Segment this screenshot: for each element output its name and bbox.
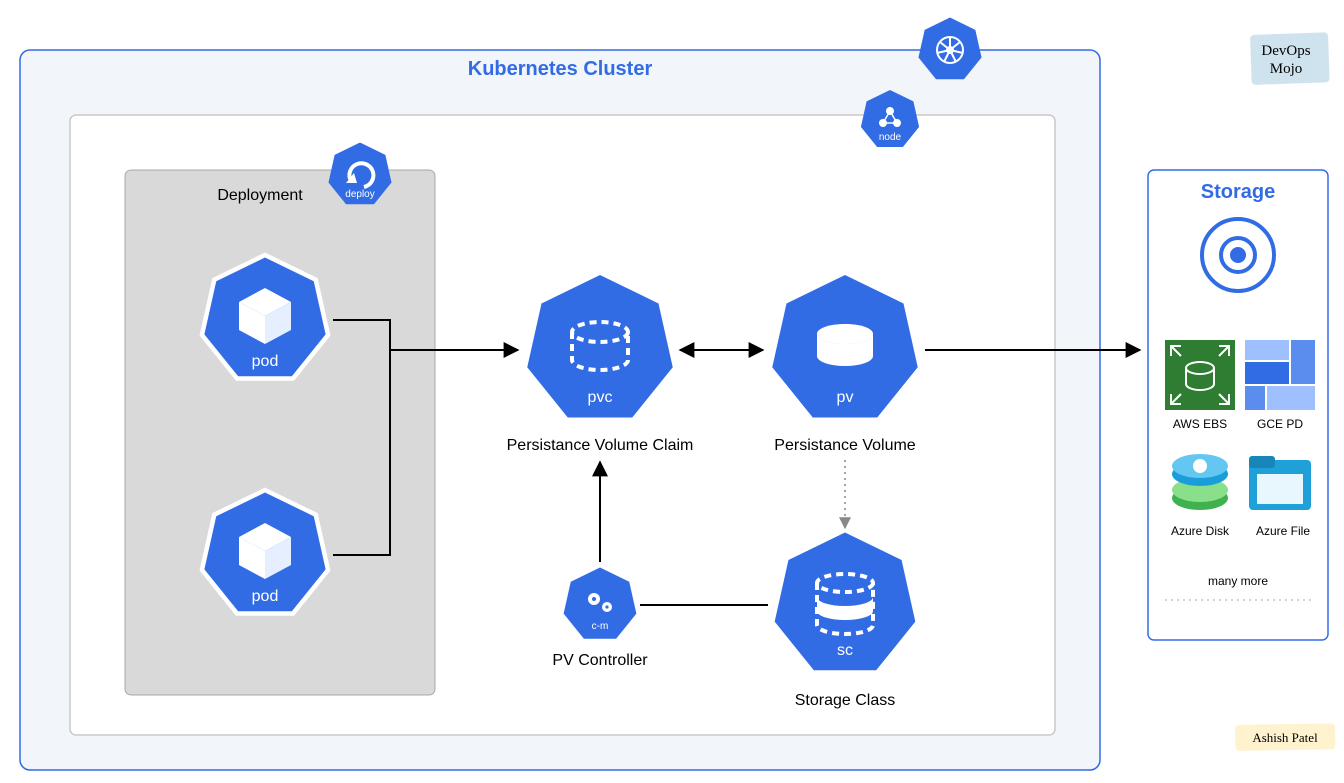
brand-line1: DevOps — [1261, 43, 1310, 59]
deployment-title: Deployment — [217, 187, 303, 204]
gce-pd-label: GCE PD — [1257, 417, 1303, 431]
cm-label: c-m — [592, 621, 609, 632]
aws-ebs-label: AWS EBS — [1173, 417, 1227, 431]
pod-2-label: pod — [252, 588, 279, 605]
pv-caption: Persistance Volume — [774, 437, 916, 454]
devops-mojo-badge: DevOps Mojo — [1250, 32, 1330, 85]
storage-title: Storage — [1201, 181, 1275, 203]
pod-1-label: pod — [252, 353, 279, 370]
node-label: node — [879, 132, 902, 143]
author-badge: Ashish Patel — [1235, 723, 1335, 751]
sc-label: sc — [837, 642, 853, 659]
pv-label: pv — [837, 389, 854, 406]
pvc-label: pvc — [588, 389, 613, 406]
aws-ebs-icon — [1165, 340, 1235, 410]
cluster-title: Kubernetes Cluster — [468, 58, 653, 80]
gce-pd-icon — [1245, 340, 1315, 410]
author-label: Ashish Patel — [1252, 730, 1318, 745]
deploy-badge-label: deploy — [345, 189, 374, 200]
azure-disk-label: Azure Disk — [1171, 524, 1230, 538]
sc-caption: Storage Class — [795, 692, 896, 709]
storage-more-label: many more — [1208, 574, 1268, 588]
deployment-box — [125, 170, 435, 695]
brand-line2: Mojo — [1270, 61, 1303, 77]
cm-caption: PV Controller — [552, 652, 648, 669]
azure-disk-icon — [1172, 454, 1228, 510]
azure-file-label: Azure File — [1256, 524, 1310, 538]
pvc-caption: Persistance Volume Claim — [507, 437, 694, 454]
azure-file-icon — [1249, 456, 1311, 510]
